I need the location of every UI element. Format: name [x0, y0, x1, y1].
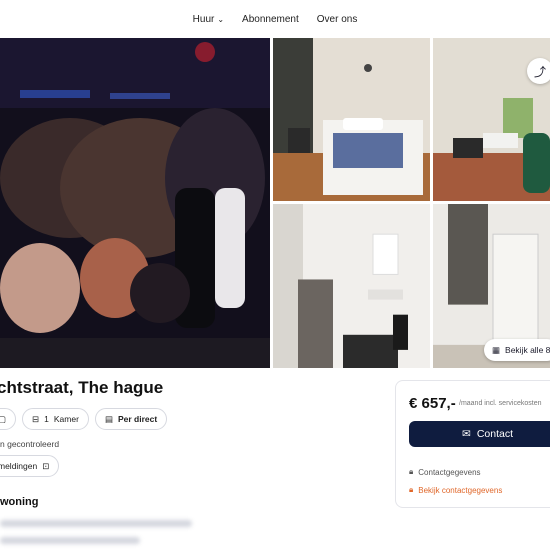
- chip-partial: ▢: [0, 408, 17, 430]
- mail-icon: ✉: [462, 428, 471, 440]
- contact-info-label: Contactgegevens: [418, 467, 481, 477]
- nav-item-huur[interactable]: Huur ⌄: [193, 14, 224, 25]
- availability-label: Per direct: [117, 414, 158, 424]
- share-button[interactable]: ⤴: [527, 58, 550, 84]
- contact-button[interactable]: ✉ Contact: [409, 421, 550, 447]
- top-navigation: Huur ⌄ Abonnement Over ons: [0, 0, 550, 38]
- view-all-photos-button[interactable]: ▦ Bekijk alle 8: [484, 339, 550, 361]
- room-count: 1: [44, 414, 49, 424]
- photo-bathroom[interactable]: [273, 204, 430, 368]
- contact-info-line: 🔒︎ Contactgegevens: [409, 467, 481, 477]
- nav-item-label: Huur: [192, 13, 215, 25]
- chip-availability: ▤ Per direct: [94, 408, 168, 430]
- view-contact-link[interactable]: 🔒︎ Bekijk contactgegevens: [409, 485, 502, 495]
- blurred-description-line: [0, 520, 192, 527]
- section-title: woning: [0, 496, 39, 508]
- price-value: € 657,-: [409, 395, 456, 412]
- price-card: € 657,- /maand incl. servicekosten ✉ Con…: [395, 380, 550, 508]
- nav-item-label: Abonnement: [242, 13, 299, 25]
- photo-gallery: ⤴ ▦ Bekijk alle 8: [0, 38, 550, 368]
- chip-rooms: ⊟ 1 Kamer: [22, 408, 89, 430]
- listing-title: chtstraat, The hague: [0, 378, 164, 397]
- notifications-chip[interactable]: meldingen ⊡: [0, 455, 60, 477]
- lock-icon: 🔒︎: [409, 485, 414, 494]
- bed-icon: ⊟: [32, 413, 40, 424]
- lock-icon: ⊡: [42, 460, 50, 471]
- nav-item-label: Over ons: [316, 13, 358, 25]
- notifications-label: meldingen: [0, 461, 38, 471]
- lock-icon: 🔒︎: [409, 467, 414, 476]
- blurred-description-line: [0, 537, 140, 544]
- view-contact-label: Bekijk contactgegevens: [418, 485, 503, 495]
- calendar-icon: ▤: [104, 413, 113, 424]
- checked-text: n gecontroleerd: [0, 439, 60, 449]
- main-photo-party[interactable]: [0, 38, 270, 368]
- chevron-down-icon: ⌄: [217, 14, 225, 24]
- nav-item-abonnement[interactable]: Abonnement: [242, 14, 299, 25]
- nav-item-over-ons[interactable]: Over ons: [317, 14, 358, 25]
- price-subtext: /maand incl. servicekosten: [459, 400, 542, 407]
- share-icon: ⤴: [533, 64, 546, 79]
- room-label: Kamer: [53, 414, 79, 424]
- feature-chips: ▢ ⊟ 1 Kamer ▤ Per direct: [0, 408, 168, 430]
- view-all-label: Bekijk alle 8: [505, 345, 550, 355]
- contact-label: Contact: [476, 428, 513, 440]
- grid-icon: ▦: [492, 344, 501, 355]
- photo-bedroom[interactable]: [273, 38, 430, 201]
- chip-icon: ▢: [0, 413, 7, 424]
